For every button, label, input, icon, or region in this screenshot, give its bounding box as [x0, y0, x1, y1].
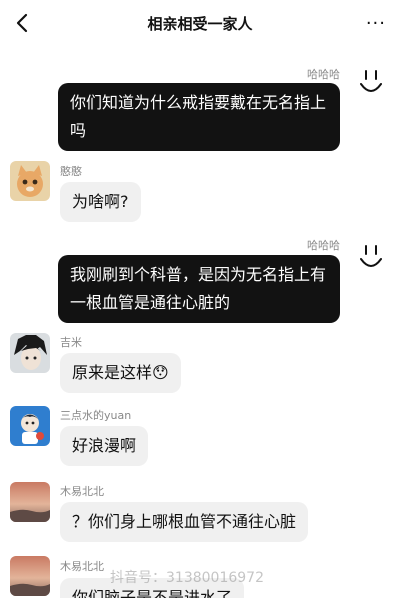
- sender-name: 哈哈哈: [307, 68, 340, 81]
- more-options-icon[interactable]: ···: [366, 13, 386, 34]
- message-list[interactable]: 哈哈哈 你们知道为什么戒指要戴在无名指上吗 憨憨 为啥啊? 哈哈哈 我刚刷到个科…: [0, 46, 400, 598]
- message-bubble-other[interactable]: ？你们身上哪根血管不通往心脏: [60, 502, 309, 542]
- sender-name: 木易北北: [60, 485, 104, 498]
- message-bubble-self[interactable]: 我刚刷到个科普，是因为无名指上有一根血管是通往心脏的: [58, 255, 340, 323]
- douyin-watermark: 抖音号：31380016972: [110, 570, 264, 586]
- avatar[interactable]: [10, 406, 50, 446]
- sender-name: 憨憨: [60, 165, 82, 178]
- sender-name: 哈哈哈: [307, 239, 340, 252]
- message-bubble-other[interactable]: 原来是这样😯: [60, 353, 181, 393]
- avatar[interactable]: [10, 482, 50, 522]
- message-bubble-other[interactable]: 为啥啊?: [60, 182, 141, 222]
- message-bubble-other[interactable]: 好浪漫啊: [60, 426, 149, 466]
- smiley-avatar-icon[interactable]: [358, 68, 384, 98]
- avatar[interactable]: [10, 556, 50, 596]
- chat-header: 相亲相受一家人 ···: [0, 0, 400, 46]
- avatar[interactable]: [10, 161, 50, 201]
- sender-name: 吉米: [60, 336, 82, 349]
- smiley-avatar-icon[interactable]: [358, 243, 384, 273]
- sender-name: 三点水的yuan: [60, 409, 132, 422]
- message-bubble-self[interactable]: 你们知道为什么戒指要戴在无名指上吗: [58, 83, 340, 151]
- avatar[interactable]: [10, 333, 50, 373]
- sender-name: 木易北北: [60, 560, 104, 573]
- chat-title: 相亲相受一家人: [147, 15, 253, 33]
